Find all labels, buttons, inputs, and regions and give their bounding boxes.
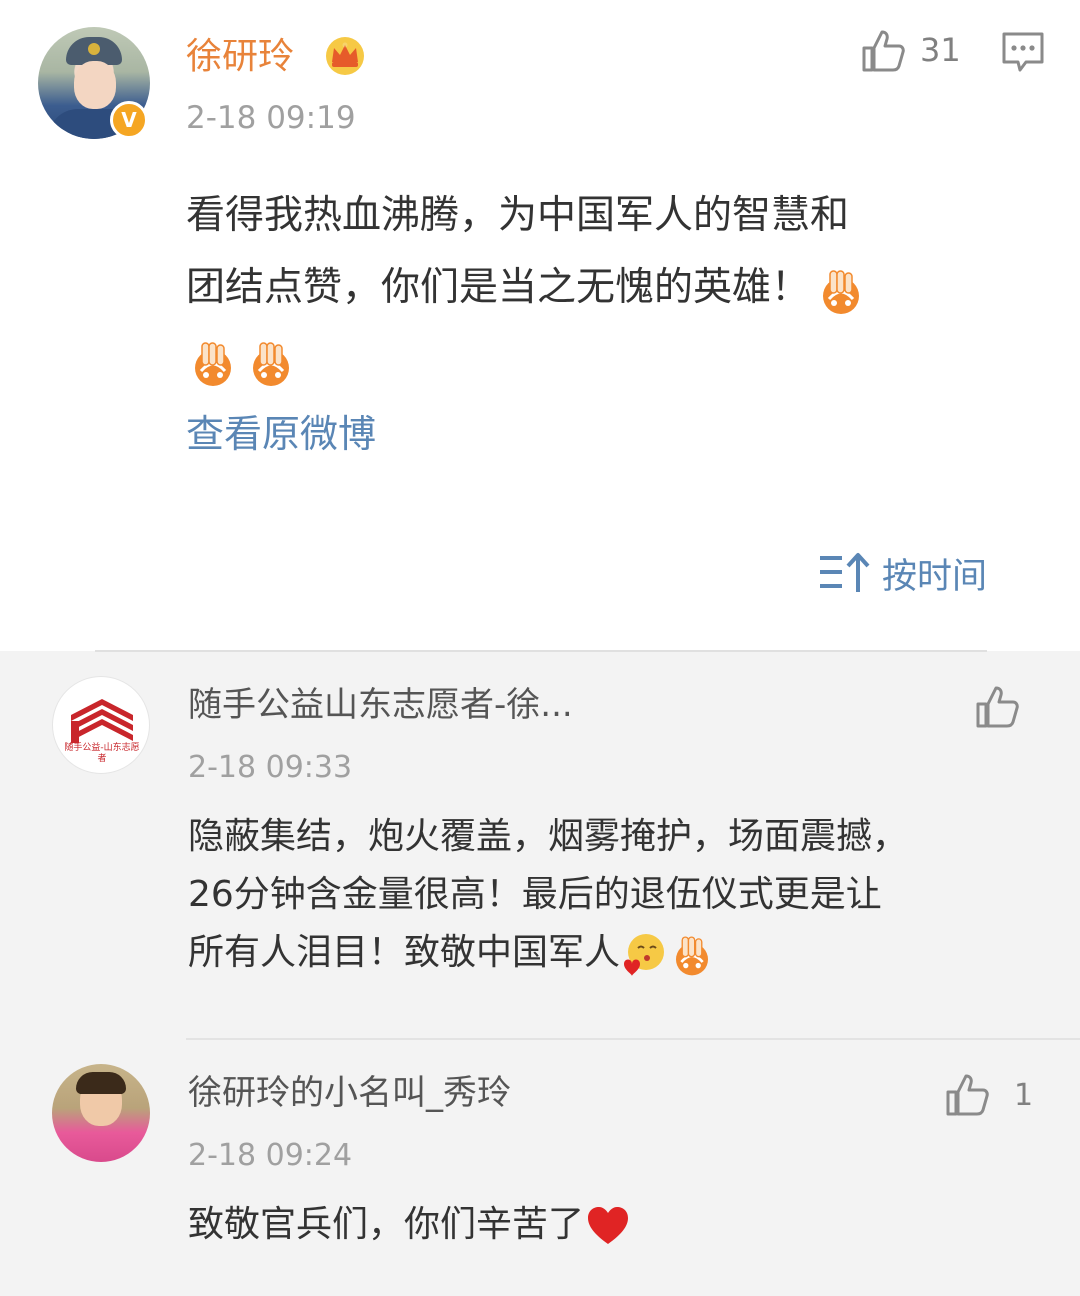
peace-hands-emoji [823,269,860,314]
section-divider [95,650,987,652]
verified-icon: V [110,101,148,139]
avatar-cap-badge [88,43,100,55]
thumbs-up-icon[interactable] [974,684,1020,730]
post-timestamp: 2-18 09:19 [186,100,356,136]
sort-time-icon [820,553,870,592]
reply-divider [186,1038,1080,1040]
post-content-line-2: 团结点赞，你们是当之无愧的英雄！ [186,252,1026,324]
reply-text: 致敬官兵们，你们辛苦了 [188,1196,1028,1254]
main-comment: V 徐研玲 2-18 09:19 31 看得我热血沸腾，为中国军人的智慧和 团结… [0,0,1080,651]
thumbs-up-icon[interactable] [944,1072,990,1118]
crown-icon [326,37,364,75]
sort-by-time-button[interactable]: 按时间 [818,548,987,598]
post-content: 看得我热血沸腾，为中国军人的智慧和 团结点赞，你们是当之无愧的英雄！ [186,180,1026,396]
kiss-heart-emoji [624,934,665,976]
post-content-line-3 [186,324,1026,396]
reply-like-count: 1 [1014,1078,1034,1113]
peace-hands-emoji [676,936,709,976]
reply-username[interactable]: 徐研玲的小名叫_秀玲 [188,1070,511,1116]
reply-avatar[interactable]: 随手公益-山东志愿者 [52,676,150,774]
reply-avatar[interactable] [52,1064,150,1162]
reply-text-line-3: 所有人泪目！致敬中国军人 [188,924,1028,982]
comment-icon[interactable] [1000,30,1046,74]
view-original-link[interactable]: 查看原微博 [186,408,376,460]
reply-text-line: 26分钟含金量很高！最后的退伍仪式更是让 [188,874,882,915]
thumbs-up-icon[interactable] [860,28,906,74]
peace-hands-emoji [253,341,289,386]
reply-timestamp: 2-18 09:33 [188,750,353,785]
reply-text: 隐蔽集结，炮火覆盖，烟雾掩护，场面震撼， 26分钟含金量很高！最后的退伍仪式更是… [188,808,1028,982]
sort-label: 按时间 [882,556,988,597]
avatar-face [74,61,116,109]
post-like-count: 31 [920,31,961,69]
post-content-line: 看得我热血沸腾，为中国军人的智慧和 [186,193,850,238]
reply-text-line: 致敬官兵们，你们辛苦了 [188,1204,585,1245]
post-content-line: 团结点赞，你们是当之无愧的英雄！ [186,265,811,310]
heart-emoji [588,1207,629,1244]
post-username[interactable]: 徐研玲 [186,32,294,82]
reply-text-line: 隐蔽集结，炮火覆盖，烟雾掩护，场面震撼， [188,816,909,857]
reply-username[interactable]: 随手公益山东志愿者-徐... [188,682,573,728]
reply-timestamp: 2-18 09:24 [188,1138,353,1173]
reply-text-line: 所有人泪目！致敬中国军人 [188,932,621,973]
avatar-text: 随手公益-山东志愿者 [64,743,140,764]
avatar-hair [76,1072,126,1094]
peace-hands-emoji [195,341,231,386]
